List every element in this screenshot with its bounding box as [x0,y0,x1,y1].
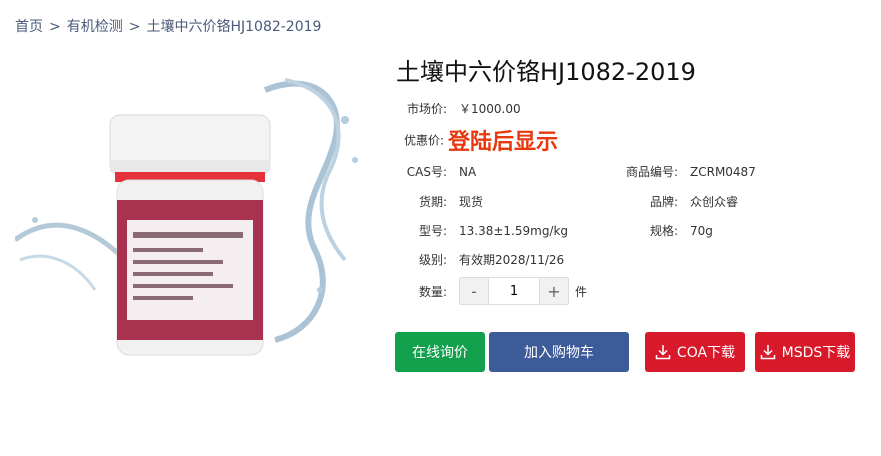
spec-row: 规格: 70g [616,222,713,239]
add-to-cart-label: 加入购物车 [524,345,594,361]
market-price-row: 市场价: ￥1000.00 [404,100,521,117]
code-row: 商品编号: ZCRM0487 [616,163,756,180]
level-row: 级别: 有效期2028/11/26 [395,251,564,268]
online-inquiry-button[interactable]: 在线询价 [395,332,485,372]
msds-download-button[interactable]: MSDS下载 [755,332,855,372]
cas-value: NA [459,165,477,179]
quantity-row: 数量: - + 件 [404,277,587,305]
model-row: 型号: 13.38±1.59mg/kg [395,222,568,239]
level-value: 有效期2028/11/26 [459,253,565,267]
code-label: 商品编号: [625,165,678,179]
breadcrumb-home[interactable]: 首页 [15,16,43,36]
breadcrumb-category[interactable]: 有机检测 [67,16,123,36]
stock-row: 货期: 现货 [395,193,483,210]
promo-price-row: 优惠价: 登陆后显示 [404,124,558,156]
breadcrumb-separator: > [128,19,141,35]
msds-download-label: MSDS下载 [781,345,851,361]
market-price-label: 市场价: [406,102,447,116]
quantity-unit: 件 [575,284,588,299]
product-image [15,78,358,356]
decrement-button[interactable]: - [460,278,488,304]
spec-value: 70g [690,224,713,238]
breadcrumb-separator: > [49,19,61,35]
quantity-label: 数量: [418,284,447,299]
stock-value: 现货 [459,195,484,209]
model-label: 型号: [418,224,447,238]
coa-download-label: COA下载 [676,345,736,361]
brand-value: 众创众睿 [690,195,739,209]
promo-price-value[interactable]: 登陆后显示 [448,130,558,155]
product-title: 土壤中六价铬HJ1082-2019 [396,58,696,86]
add-to-cart-button[interactable]: 加入购物车 [489,332,629,372]
coa-download-button[interactable]: COA下载 [645,332,745,372]
cas-label: CAS号: [406,165,447,179]
download-icon [655,345,671,360]
promo-price-label: 优惠价: [404,133,445,148]
quantity-input[interactable] [488,278,540,304]
spec-label: 规格: [649,224,678,238]
level-label: 级别: [418,253,447,267]
download-icon [760,345,775,360]
code-value: ZCRM0487 [690,165,756,179]
quantity-stepper: - + [459,277,569,305]
increment-button[interactable]: + [540,278,568,304]
cas-row: CAS号: NA [395,163,476,180]
breadcrumb: 首页 > 有机检测 > 土壤中六价铬HJ1082-2019 [15,16,321,36]
market-price: ￥1000.00 [459,102,521,116]
breadcrumb-current[interactable]: 土壤中六价铬HJ1082-2019 [146,16,321,36]
brand-label: 品牌: [649,195,678,209]
model-value: 13.38±1.59mg/kg [459,224,569,238]
brand-row: 品牌: 众创众睿 [616,193,738,210]
online-inquiry-label: 在线询价 [412,345,468,361]
stock-label: 货期: [418,195,447,209]
